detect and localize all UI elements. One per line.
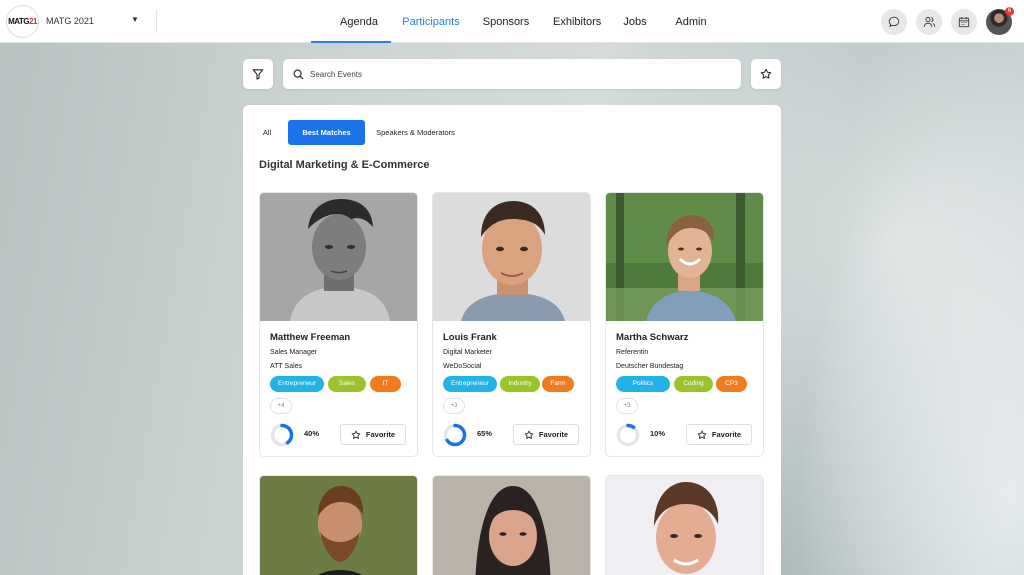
interest-tag[interactable]: Entrepreneur [270,376,324,392]
star-icon [760,68,772,79]
more-tags-badge[interactable]: +3 [616,398,638,414]
nav-admin[interactable]: Admin [674,0,708,43]
participant-card[interactable]: Louis Frank Digital Marketer WeDoSocial … [432,192,591,457]
active-nav-indicator [311,41,391,43]
favorite-button[interactable]: Favorite [340,424,406,445]
chat-button[interactable] [881,9,907,35]
more-tags-badge[interactable]: +3 [443,398,465,414]
participant-role: Digital Marketer [443,349,493,356]
chat-icon [888,16,900,28]
tab-best-matches[interactable]: Best Matches [288,120,365,145]
interest-tag[interactable]: Entrepreneur [443,376,497,392]
participant-name: Louis Frank [443,332,497,343]
people-button[interactable] [916,9,942,35]
participant-photo [433,476,590,575]
participant-card[interactable]: Matthew Freeman Sales Manager ATT Sales … [259,192,418,457]
participant-name: Matthew Freeman [270,332,351,343]
filter-icon [252,69,264,80]
favorite-button[interactable]: Favorite [513,424,579,445]
interest-tag[interactable]: Politics [616,376,670,392]
favorite-label: Favorite [711,430,742,439]
favorites-filter-button[interactable] [751,59,781,89]
participants-panel: All Best Matches Speakers & Moderators D… [243,105,781,575]
match-score-ring [616,423,640,447]
participant-photo [606,476,763,575]
section-title: Digital Marketing & E-Commerce [259,159,430,171]
interest-tag[interactable]: Coding [674,376,713,392]
star-icon [524,430,534,439]
nav-agenda[interactable]: Agenda [338,0,380,43]
interest-tag[interactable]: Sales [328,376,366,392]
search-input[interactable] [310,69,710,79]
people-icon [923,17,935,27]
match-percentage: 10% [650,429,666,438]
favorite-label: Favorite [538,430,569,439]
participant-card[interactable] [432,475,591,575]
nav-sponsors[interactable]: Sponsors [482,0,530,43]
match-score-ring [270,423,294,447]
nav-jobs[interactable]: Jobs [622,0,648,43]
favorite-label: Favorite [365,430,396,439]
participant-company: ATT Sales [270,363,303,370]
match-score-ring [443,423,467,447]
calendar-icon [958,17,970,28]
main-nav: Agenda Participants Sponsors Exhibitors … [0,0,1024,43]
nav-exhibitors[interactable]: Exhibitors [553,0,601,43]
participant-photo [433,193,590,321]
search-icon [293,69,304,79]
participant-name: Martha Schwarz [616,332,689,343]
participant-card[interactable] [605,475,764,575]
interest-tag[interactable]: CP3 [716,376,747,392]
participant-photo [260,476,417,575]
notification-badge: 6 [1005,7,1014,16]
participant-photo [606,193,763,321]
top-navigation-bar: MATG 21 MATG 2021 ▼ Agenda Participants S… [0,0,1024,43]
participant-role: Referentin [616,349,649,356]
interest-tag[interactable]: Farm [542,376,574,392]
participant-company: WeDoSocial [443,363,482,370]
filter-button[interactable] [243,59,273,89]
interest-tag[interactable]: IT [370,376,401,392]
participant-card[interactable] [259,475,418,575]
participant-card[interactable]: Martha Schwarz Referentin Deutscher Bund… [605,192,764,457]
favorite-button[interactable]: Favorite [686,424,752,445]
participant-photo [260,193,417,321]
nav-participants[interactable]: Participants [400,0,462,43]
user-avatar[interactable]: 6 [986,7,1014,35]
interest-tag[interactable]: Industry [500,376,540,392]
participant-role: Sales Manager [270,349,318,356]
star-icon [697,430,707,439]
search-bar [283,59,741,89]
tab-speakers-moderators[interactable]: Speakers & Moderators [373,120,458,145]
more-tags-badge[interactable]: +4 [270,398,292,414]
match-percentage: 40% [304,429,320,438]
participant-company: Deutscher Bundestag [616,363,684,370]
tab-all[interactable]: All [257,120,277,145]
calendar-button[interactable] [951,9,977,35]
star-icon [351,430,361,439]
match-percentage: 65% [477,429,493,438]
